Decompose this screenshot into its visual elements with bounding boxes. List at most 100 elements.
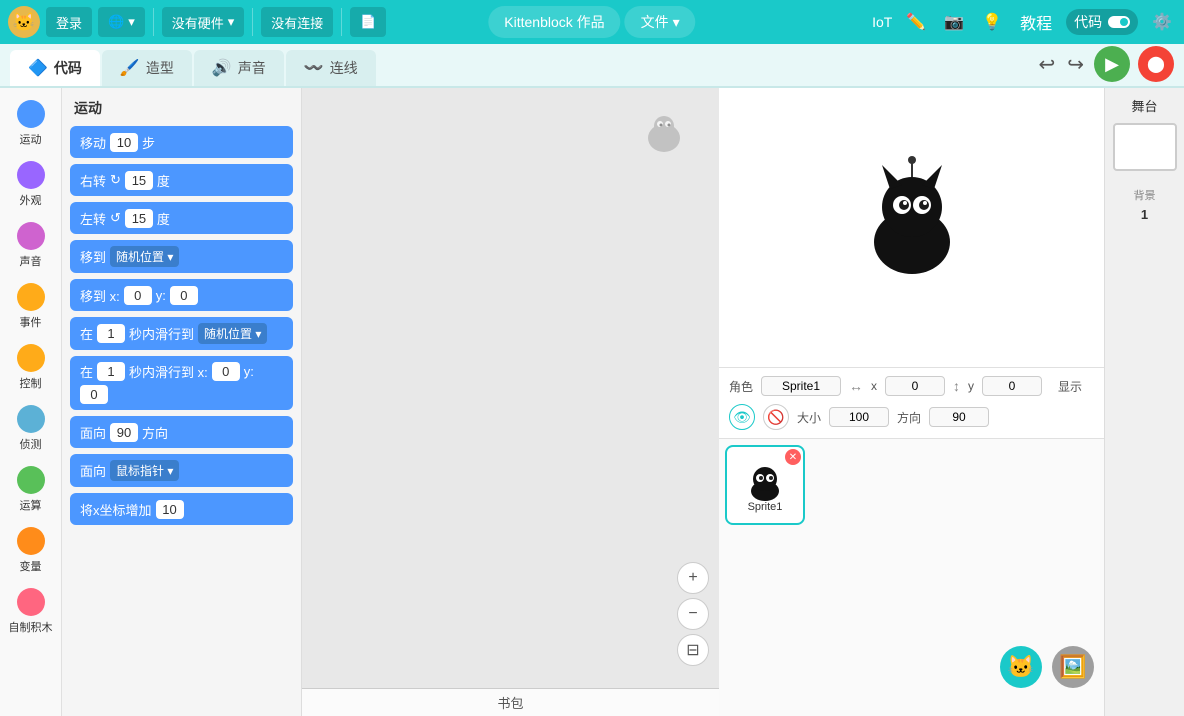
block-goto-dropdown[interactable]: 随机位置 ▾ [110,246,179,267]
tab-connect[interactable]: 〰️ 连线 [286,50,376,86]
bookbag-bar: 书包 [302,688,719,716]
logo[interactable]: 🐱 [8,6,40,38]
block-goto-x-value[interactable]: 0 [124,286,152,305]
file-icon-button[interactable]: 📄 [350,7,386,37]
script-area[interactable]: + − ⊟ 书包 [302,88,719,716]
tutorial-button[interactable]: 教程 [1016,6,1056,38]
hardware-chevron: ▾ [228,14,235,30]
size-input[interactable] [829,407,889,427]
code-toggle[interactable]: 代码 [1066,9,1138,35]
block-glide-xy[interactable]: 在 1 秒内滑行到 x: 0 y: 0 [70,356,293,410]
connection-button[interactable]: 没有连接 [261,7,333,37]
fab-buttons: 🐱 🖼️ [1000,646,1094,688]
separator2 [252,8,253,36]
block-turn-left-value[interactable]: 15 [125,209,153,228]
zoom-controls: + − ⊟ [677,562,709,666]
category-sound[interactable]: 声音 [5,216,57,275]
category-motion[interactable]: 运动 [5,94,57,153]
tab-costume[interactable]: 🖌️ 造型 [102,50,192,86]
camera-icon-button[interactable]: 📷 [940,8,968,36]
block-face-dir-label1: 面向 [80,423,106,442]
block-add-x-value[interactable]: 10 [156,500,184,519]
category-operators[interactable]: 运算 [5,460,57,519]
zoom-out-button[interactable]: − [677,598,709,630]
block-glide-label1: 在 [80,324,93,343]
stop-button[interactable]: ⬤ [1138,46,1174,82]
tab-sound[interactable]: 🔊 声音 [194,50,284,86]
header-center: Kittenblock 作品 文件 ▾ [488,6,695,38]
stage-cat [852,147,972,282]
sprite-item-sprite1[interactable]: ✕ Sprite1 [725,445,805,525]
tab-code-label: 代码 [54,58,82,78]
variables-dot [17,527,45,555]
show-label: 显示 [1058,378,1082,395]
sound-dot [17,222,45,250]
block-face-dir[interactable]: 面向 90 方向 [70,416,293,448]
zoom-in-button[interactable]: + [677,562,709,594]
category-looks[interactable]: 外观 [5,155,57,214]
blocks-panel: 运动 移动 10 步 右转 ↻ 15 度 左转 ↺ 15 度 移到 随机位置 ▾ [62,88,302,716]
category-events[interactable]: 事件 [5,277,57,336]
show-eye-button[interactable]: 👁 [729,404,755,430]
block-goto-y-value[interactable]: 0 [170,286,198,305]
edit-icon: ✏️ [906,12,926,32]
globe-icon: 🌐 [108,14,124,30]
project-title-button[interactable]: Kittenblock 作品 [488,6,620,38]
hide-eye-button[interactable]: 🚫 [763,404,789,430]
control-dot [17,344,45,372]
block-glide-dropdown[interactable]: 随机位置 ▾ [198,323,267,344]
block-face-dir-value[interactable]: 90 [110,423,138,442]
hardware-label: 没有硬件 [172,13,224,32]
sprite-name-input[interactable] [761,376,841,396]
settings-icon: ⚙️ [1152,12,1172,32]
block-glide-label2: 秒内滑行到 [129,324,194,343]
block-goto-xy[interactable]: 移到 x: 0 y: 0 [70,279,293,311]
redo-button[interactable]: ↪ [1065,50,1086,79]
block-turn-right[interactable]: 右转 ↻ 15 度 [70,164,293,196]
file-menu-button[interactable]: 文件 ▾ [625,6,696,38]
category-control[interactable]: 控制 [5,338,57,397]
language-button[interactable]: 🌐 ▾ [98,7,145,37]
login-button[interactable]: 登录 [46,7,92,37]
run-button[interactable]: ▶ [1094,46,1130,82]
stage-controls: 角色 ↔ x ↕ y 显示 👁 🚫 大小 方向 [719,368,1104,439]
category-custom[interactable]: 自制积木 [5,582,57,641]
block-glide-xy-y[interactable]: 0 [80,385,108,404]
block-glide-xy-value[interactable]: 1 [97,362,125,381]
y-input[interactable] [982,376,1042,396]
operators-label: 运算 [20,497,42,513]
scene-add-fab[interactable]: 🖼️ [1052,646,1094,688]
block-glide-xy-x[interactable]: 0 [212,362,240,381]
block-glide-value[interactable]: 1 [97,324,125,343]
hardware-button[interactable]: 没有硬件 ▾ [162,7,245,37]
undo-button[interactable]: ↩ [1036,50,1057,79]
category-variables[interactable]: 变量 [5,521,57,580]
looks-dot [17,161,45,189]
stage-thumbnail[interactable] [1113,123,1177,171]
block-glide[interactable]: 在 1 秒内滑行到 随机位置 ▾ [70,317,293,350]
edit-icon-button[interactable]: ✏️ [902,8,930,36]
block-move[interactable]: 移动 10 步 [70,126,293,158]
iot-label[interactable]: IoT [872,14,892,30]
bulb-icon-button[interactable]: 💡 [978,8,1006,36]
block-add-x[interactable]: 将x坐标增加 10 [70,493,293,525]
block-turn-right-value[interactable]: 15 [125,171,153,190]
block-move-value[interactable]: 10 [110,133,138,152]
block-goto[interactable]: 移到 随机位置 ▾ [70,240,293,273]
tab-code[interactable]: 🔷 代码 [10,50,100,86]
x-input[interactable] [885,376,945,396]
block-face-mouse-dropdown[interactable]: 鼠标指针 ▾ [110,460,179,481]
block-goto-label: 移到 [80,247,106,266]
sprite-add-fab[interactable]: 🐱 [1000,646,1042,688]
settings-button[interactable]: ⚙️ [1148,8,1176,36]
block-goto-xy-label: 移到 x: [80,286,120,305]
direction-input[interactable] [929,407,989,427]
operators-dot [17,466,45,494]
block-turn-left[interactable]: 左转 ↺ 15 度 [70,202,293,234]
category-sensing[interactable]: 侦测 [5,399,57,458]
tab-costume-icon: 🖌️ [120,58,140,78]
separator1 [153,8,154,36]
zoom-fit-button[interactable]: ⊟ [677,634,709,666]
sprite-delete-button[interactable]: ✕ [785,449,801,465]
block-face-mouse[interactable]: 面向 鼠标指针 ▾ [70,454,293,487]
